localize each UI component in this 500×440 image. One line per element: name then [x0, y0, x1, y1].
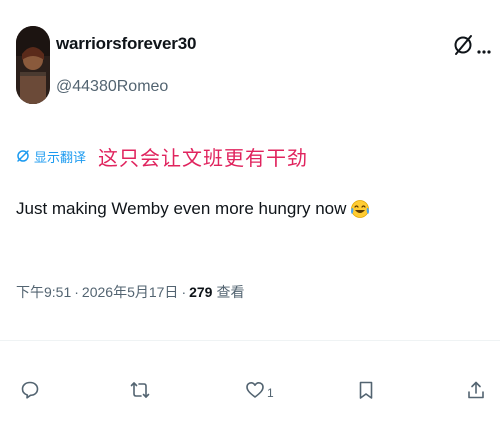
reply-icon [21, 381, 39, 399]
repost-button[interactable] [130, 370, 152, 410]
translate-row: 显示翻译 这只会让文班更有干劲 [16, 144, 309, 170]
share-button[interactable] [466, 370, 488, 410]
avatar-image-icon [16, 26, 50, 104]
action-bar: 1 [0, 370, 500, 410]
repost-icon [130, 382, 150, 398]
show-translation-link[interactable]: 显示翻译 [34, 147, 86, 166]
reply-button[interactable] [20, 370, 42, 410]
more-icon[interactable] [477, 42, 491, 54]
post-time[interactable]: 下午9:51 [16, 282, 71, 302]
post: warriorsforever30 @44380Romeo 显示翻译 这只会让文… [0, 0, 500, 440]
avatar[interactable] [16, 26, 50, 104]
like-button[interactable]: 1 [245, 370, 274, 410]
views-label: 查看 [216, 284, 245, 300]
post-date[interactable]: 2026年5月17日 [82, 282, 179, 302]
meta-separator: · [181, 284, 187, 300]
post-text: Just making Wemby even more hungry now [16, 199, 370, 219]
display-name[interactable]: warriorsforever30 [56, 34, 196, 54]
post-meta: 下午9:51 · 2026年5月17日 · 279 查看 [16, 282, 244, 302]
handle[interactable]: @44380Romeo [56, 78, 168, 96]
translated-text: 这只会让文班更有干劲 [98, 147, 309, 170]
like-count: 1 [267, 386, 274, 400]
bookmark-icon [359, 381, 373, 399]
divider [0, 340, 500, 341]
post-body: Just making Wemby even more hungry now [16, 199, 347, 218]
bookmark-button[interactable] [356, 370, 378, 410]
meta-separator: · [74, 284, 79, 300]
views-count: 279 [189, 284, 213, 300]
like-icon [246, 382, 264, 398]
grok-icon[interactable] [452, 34, 474, 56]
translate-icon [17, 150, 29, 162]
share-icon [468, 381, 484, 399]
face-with-tears-of-joy-icon [351, 200, 370, 218]
